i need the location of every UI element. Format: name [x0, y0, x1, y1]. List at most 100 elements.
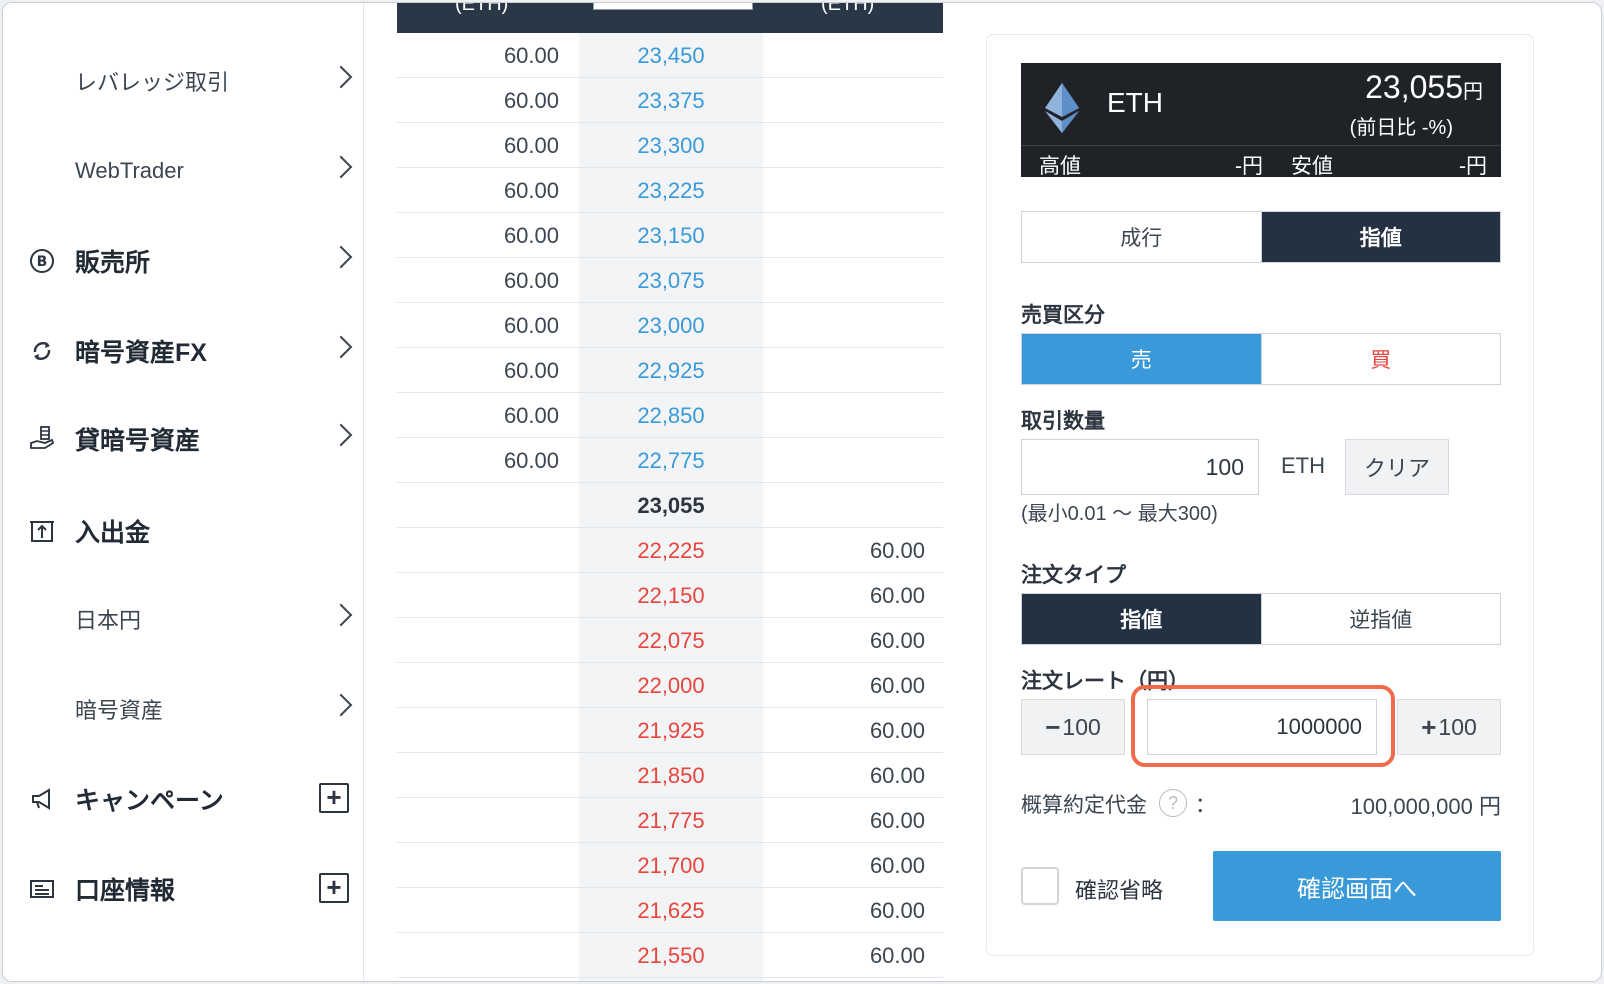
- sidebar-item-account-info[interactable]: 口座情報 +: [3, 859, 363, 919]
- quantity-input[interactable]: 100: [1021, 439, 1259, 495]
- sidebar-item-exchange[interactable]: B 販売所: [3, 231, 363, 291]
- ask-price: 23,300: [637, 133, 705, 158]
- ask-price: 23,375: [637, 88, 705, 113]
- sidebar-item-deposit-withdraw[interactable]: 入出金: [3, 501, 363, 561]
- rate-plus-button[interactable]: +100: [1397, 699, 1501, 755]
- plus-icon: +: [1421, 711, 1437, 742]
- sidebar-item-crypto[interactable]: 暗号資産: [3, 679, 363, 739]
- order-book-header: (ETH) (ETH): [397, 3, 943, 33]
- order-book-row[interactable]: 60.00 23,075: [397, 258, 943, 303]
- ask-price: 23,075: [637, 268, 705, 293]
- skip-confirm-checkbox[interactable]: [1021, 867, 1059, 905]
- sidebar-item-leverage[interactable]: レバレッジ取引: [3, 51, 363, 111]
- chevron-right-icon: [329, 65, 353, 89]
- estimate-value: 100,000,000 円: [1350, 794, 1501, 819]
- rate-minus-button[interactable]: −100: [1021, 699, 1125, 755]
- order-book-row[interactable]: 60.00 22,925: [397, 348, 943, 393]
- bid-price: 21,700: [637, 853, 705, 878]
- order-book-row[interactable]: 21,775 60.00: [397, 798, 943, 843]
- estimate-colon: ：: [1195, 794, 1216, 817]
- tab-market[interactable]: 成行: [1022, 212, 1261, 262]
- ticker-card: ETH 23,055円 (前日比 -%) 高値 -円 安値 -円: [1021, 63, 1501, 178]
- ticker-price-unit: 円: [1463, 81, 1483, 103]
- sidebar-item-crypto-fx[interactable]: 暗号資産FX: [3, 321, 363, 381]
- sidebar-item-jpy[interactable]: 日本円: [3, 589, 363, 649]
- order-book-row[interactable]: 21,850 60.00: [397, 753, 943, 798]
- high-value: -円: [1235, 155, 1263, 178]
- order-book-row[interactable]: 60.00 23,000: [397, 303, 943, 348]
- sidebar-item-webtrader[interactable]: WebTrader: [3, 141, 363, 201]
- bid-price: 22,225: [637, 538, 705, 563]
- order-panel: ETH 23,055円 (前日比 -%) 高値 -円 安値 -円 成行 指値 売…: [987, 35, 1533, 955]
- sidebar-item-label: 口座情報: [75, 877, 176, 905]
- order-book: (ETH) (ETH) 60.00 23,450 60.00 23,375 60.00 2…: [397, 3, 943, 981]
- ticker-high-low: 高値 -円 安値 -円: [1021, 145, 1501, 178]
- order-book-row[interactable]: 21,550 60.00: [397, 933, 943, 978]
- buy-button[interactable]: 買: [1260, 334, 1500, 384]
- bid-qty: 60.00: [869, 898, 925, 923]
- sidebar-item-lending[interactable]: 貸暗号資産: [3, 409, 363, 469]
- sidebar-item-label: 日本円: [75, 608, 142, 633]
- bid-qty: 60.00: [869, 628, 925, 653]
- rate-input[interactable]: 1000000: [1147, 699, 1377, 755]
- ask-qty: 60.00: [503, 268, 559, 293]
- expand-plus-icon[interactable]: +: [319, 783, 349, 813]
- order-book-row[interactable]: 22,225 60.00: [397, 528, 943, 573]
- order-book-row[interactable]: 60.00 23,375: [397, 78, 943, 123]
- ask-qty: 60.00: [503, 43, 559, 68]
- ask-price: 23,450: [637, 43, 705, 68]
- execution-type-toggle: 成行 指値: [1021, 211, 1501, 263]
- order-book-row[interactable]: 23,055: [397, 483, 943, 528]
- bid-qty: 60.00: [869, 808, 925, 833]
- id-card-icon: [27, 874, 57, 904]
- skip-confirm-label: 確認省略: [1075, 878, 1164, 903]
- bid-qty: 60.00: [869, 943, 925, 968]
- bid-price: 21,850: [637, 763, 705, 788]
- order-book-row[interactable]: 21,925 60.00: [397, 708, 943, 753]
- clear-button[interactable]: クリア: [1345, 439, 1449, 495]
- chevron-right-icon: [329, 423, 353, 447]
- order-book-row[interactable]: 22,000 60.00: [397, 663, 943, 708]
- order-book-row[interactable]: 60.00 23,300: [397, 123, 943, 168]
- bid-qty: 60.00: [869, 673, 925, 698]
- bid-qty: 60.00: [869, 763, 925, 788]
- order-book-row[interactable]: 60.00 23,450: [397, 33, 943, 78]
- tab-stop-order[interactable]: 逆指値: [1260, 594, 1500, 644]
- side-label: 売買区分: [1021, 304, 1105, 327]
- side-toggle: 売 買: [1021, 333, 1501, 385]
- bid-qty: 60.00: [869, 583, 925, 608]
- help-icon[interactable]: ?: [1159, 789, 1187, 817]
- order-book-row[interactable]: 21,625 60.00: [397, 888, 943, 933]
- ticker-symbol: ETH: [1107, 87, 1163, 118]
- sell-button[interactable]: 売: [1022, 334, 1261, 384]
- sidebar-item-label: WebTrader: [75, 158, 184, 183]
- ask-qty: 60.00: [503, 448, 559, 473]
- confirm-button[interactable]: 確認画面へ: [1213, 851, 1501, 921]
- deposit-box-icon: [27, 516, 57, 546]
- order-book-row[interactable]: 22,150 60.00: [397, 573, 943, 618]
- estimate-label: 概算約定代金: [1021, 794, 1147, 817]
- price-header-control[interactable]: [593, 3, 753, 10]
- order-book-row[interactable]: 60.00 23,150: [397, 213, 943, 258]
- ask-qty: 60.00: [503, 313, 559, 338]
- expand-plus-icon[interactable]: +: [319, 873, 349, 903]
- order-book-row[interactable]: 21,700 60.00: [397, 843, 943, 888]
- order-book-row[interactable]: 60.00 22,850: [397, 393, 943, 438]
- tab-limit[interactable]: 指値: [1260, 212, 1500, 262]
- bid-qty: 60.00: [869, 853, 925, 878]
- ticker-price: 23,055円: [1365, 69, 1483, 106]
- sell-qty-header: (ETH): [455, 2, 509, 15]
- mid-price: 23,055: [637, 493, 705, 518]
- order-book-row[interactable]: 22,075 60.00: [397, 618, 943, 663]
- tab-limit-order[interactable]: 指値: [1022, 594, 1261, 644]
- order-type-toggle: 指値 逆指値: [1021, 593, 1501, 645]
- ethereum-icon: [1045, 83, 1079, 133]
- sidebar-item-campaign[interactable]: キャンペーン +: [3, 769, 363, 829]
- quantity-unit: ETH: [1281, 453, 1325, 478]
- order-book-row[interactable]: 60.00 22,775: [397, 438, 943, 483]
- ask-qty: 60.00: [503, 133, 559, 158]
- ask-qty: 60.00: [503, 223, 559, 248]
- order-book-row[interactable]: 60.00 23,225: [397, 168, 943, 213]
- chevron-right-icon: [329, 155, 353, 179]
- megaphone-icon: [27, 784, 57, 814]
